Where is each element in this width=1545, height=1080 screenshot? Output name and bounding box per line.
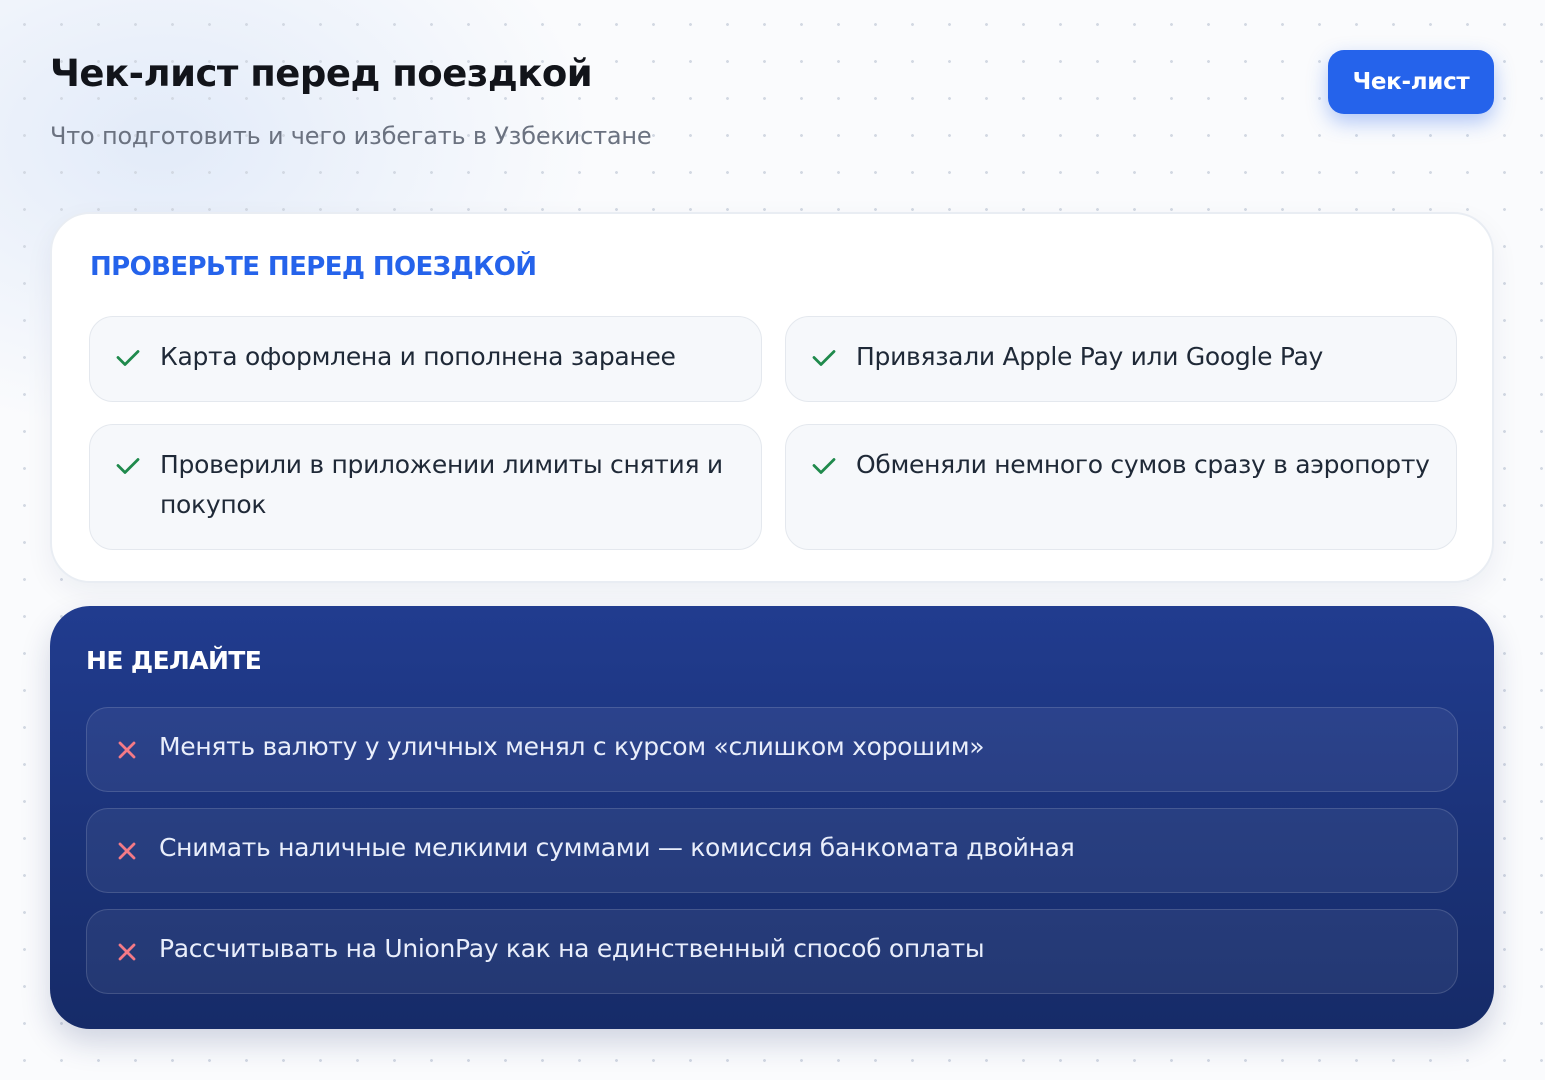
check-section-title: ПРОВЕРЬТЕ ПЕРЕД ПОЕЗДКОЙ bbox=[90, 252, 537, 282]
check-items-grid: Карта оформлена и пополнена заранее Прив… bbox=[89, 316, 1457, 550]
close-icon bbox=[118, 842, 136, 859]
close-icon bbox=[118, 741, 136, 758]
check-icon bbox=[116, 350, 140, 366]
check-before-trip-card: ПРОВЕРЬТЕ ПЕРЕД ПОЕЗДКОЙ Карта оформлена… bbox=[50, 212, 1494, 583]
page-title: Чек-лист перед поездкой bbox=[50, 52, 593, 95]
check-icon bbox=[116, 458, 140, 474]
check-item-text: Карта оформлена и пополнена заранее bbox=[160, 342, 676, 371]
dont-items-list: Менять валюту у уличных менял с курсом «… bbox=[86, 707, 1458, 994]
check-item-text: Обменяли немного сумов сразу в аэропорту bbox=[856, 450, 1430, 479]
dont-item-text: Менять валюту у уличных менял с курсом «… bbox=[159, 732, 985, 761]
dont-item: Менять валюту у уличных менял с курсом «… bbox=[86, 707, 1458, 792]
dont-item-text: Снимать наличные мелкими суммами — комис… bbox=[159, 833, 1075, 862]
check-item: Обменяли немного сумов сразу в аэропорту bbox=[785, 424, 1457, 550]
check-icon bbox=[812, 458, 836, 474]
check-item: Проверили в приложении лимиты снятия и п… bbox=[89, 424, 762, 550]
check-item: Привязали Apple Pay или Google Pay bbox=[785, 316, 1457, 402]
close-icon bbox=[118, 943, 136, 960]
check-item-text: Проверили в приложении лимиты снятия и п… bbox=[160, 450, 723, 519]
check-item: Карта оформлена и пополнена заранее bbox=[89, 316, 762, 402]
checklist-button[interactable]: Чек-лист bbox=[1328, 50, 1494, 114]
check-item-text: Привязали Apple Pay или Google Pay bbox=[856, 342, 1323, 371]
dont-item: Снимать наличные мелкими суммами — комис… bbox=[86, 808, 1458, 893]
dont-do-card: НЕ ДЕЛАЙТЕ Менять валюту у уличных менял… bbox=[50, 606, 1494, 1029]
dont-item: Рассчитывать на UnionPay как на единстве… bbox=[86, 909, 1458, 994]
dont-section-title: НЕ ДЕЛАЙТЕ bbox=[86, 646, 262, 675]
dont-item-text: Рассчитывать на UnionPay как на единстве… bbox=[159, 934, 985, 963]
check-icon bbox=[812, 350, 836, 366]
page-subtitle: Что подготовить и чего избегать в Узбеки… bbox=[50, 122, 652, 150]
